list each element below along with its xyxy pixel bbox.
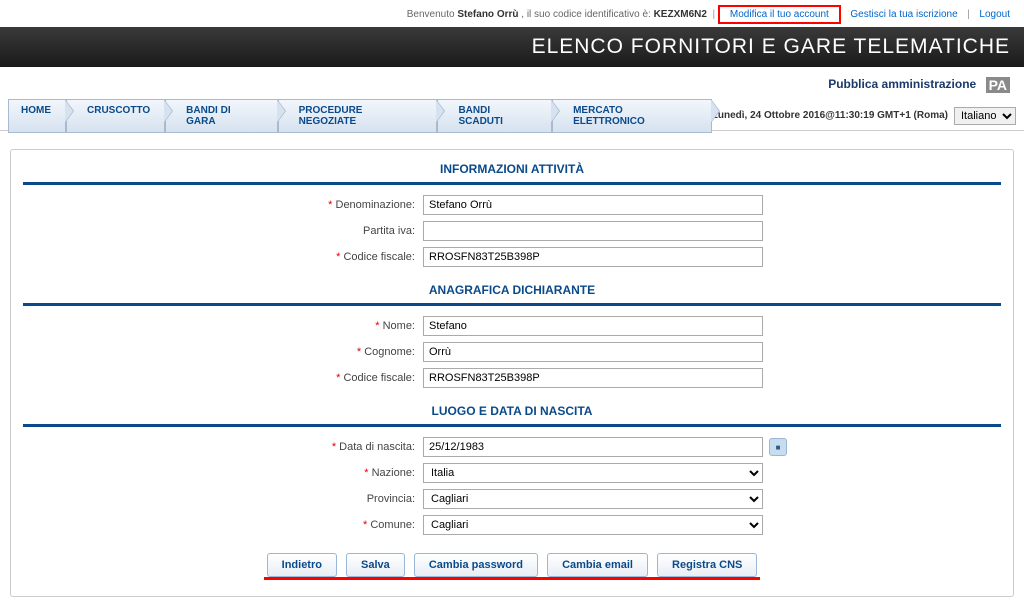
indietro-button[interactable]: Indietro [267, 553, 337, 577]
section-title-info: INFORMAZIONI ATTIVITÀ [23, 152, 1001, 185]
label-data-nascita: Data di nascita: [23, 441, 423, 453]
label-piva: Partita iva: [23, 225, 423, 237]
label-comune: Comune: [23, 519, 423, 531]
section-title-birth: LUOGO E DATA DI NASCITA [23, 394, 1001, 427]
form-container: INFORMAZIONI ATTIVITÀ Denominazione: Par… [10, 149, 1014, 597]
calendar-icon[interactable]: ■ [769, 438, 787, 456]
header-title: ELENCO FORNITORI E GARE TELEMATICHE [532, 35, 1010, 58]
label-nome: Nome: [23, 320, 423, 332]
nav-tab-bandi[interactable]: BANDI DI GARA [165, 99, 277, 133]
registra-cns-button[interactable]: Registra CNS [657, 553, 757, 577]
nav-tab-scaduti[interactable]: BANDI SCADUTI [437, 99, 552, 133]
welcome-username: Stefano Orrù [457, 9, 518, 20]
input-cf2[interactable] [423, 368, 763, 388]
input-cognome[interactable] [423, 342, 763, 362]
code-value: KEZXM6N2 [654, 9, 707, 20]
select-provincia[interactable]: Cagliari [423, 489, 763, 509]
nav-tab-procedure[interactable]: PROCEDURE NEGOZIATE [278, 99, 438, 133]
nav-row: HOME CRUSCOTTO BANDI DI GARA PROCEDURE N… [0, 101, 1024, 131]
logout-link[interactable]: Logout [975, 9, 1014, 20]
separator: | [967, 9, 970, 20]
label-cognome: Cognome: [23, 346, 423, 358]
pa-badge: PA [986, 77, 1010, 93]
row-nazione: Nazione: Italia [23, 463, 1001, 483]
row-comune: Comune: Cagliari [23, 515, 1001, 535]
nav-tab-home[interactable]: HOME [8, 99, 66, 133]
button-group-highlight: Indietro Salva Cambia password Cambia em… [264, 553, 761, 580]
input-nome[interactable] [423, 316, 763, 336]
modify-account-link[interactable]: Modifica il tuo account [726, 9, 833, 20]
input-data-nascita[interactable] [423, 437, 763, 457]
select-nazione[interactable]: Italia [423, 463, 763, 483]
input-piva[interactable] [423, 221, 763, 241]
manage-subscription-link[interactable]: Gestisci la tua iscrizione [846, 9, 961, 20]
language-select[interactable]: Italiano [954, 107, 1016, 125]
nav-tab-cruscotto[interactable]: CRUSCOTTO [66, 99, 165, 133]
modify-account-highlight: Modifica il tuo account [718, 5, 841, 24]
nav-right: Lunedì, 24 Ottobre 2016@11:30:19 GMT+1 (… [712, 107, 1016, 125]
label-provincia: Provincia: [23, 493, 423, 505]
header-title-bar: ELENCO FORNITORI E GARE TELEMATICHE [0, 27, 1024, 67]
nav-tab-mercato[interactable]: MERCATO ELETTRONICO [552, 99, 712, 133]
row-data-nascita: Data di nascita: ■ [23, 437, 1001, 457]
row-cf2: Codice fiscale: [23, 368, 1001, 388]
welcome-prefix: Benvenuto [407, 9, 455, 20]
select-comune[interactable]: Cagliari [423, 515, 763, 535]
label-nazione: Nazione: [23, 467, 423, 479]
cambia-email-button[interactable]: Cambia email [547, 553, 648, 577]
section-title-anag: ANAGRAFICA DICHIARANTE [23, 273, 1001, 306]
row-nome: Nome: [23, 316, 1001, 336]
label-denominazione: Denominazione: [23, 199, 423, 211]
row-piva: Partita iva: [23, 221, 1001, 241]
datetime-label: Lunedì, 24 Ottobre 2016@11:30:19 GMT+1 (… [712, 110, 948, 121]
top-links-bar: Benvenuto Stefano Orrù , il suo codice i… [0, 0, 1024, 27]
label-cf2: Codice fiscale: [23, 372, 423, 384]
code-text: , il suo codice identificativo è: [521, 9, 651, 20]
label-cf1: Codice fiscale: [23, 251, 423, 263]
row-cf1: Codice fiscale: [23, 247, 1001, 267]
input-denominazione[interactable] [423, 195, 763, 215]
row-provincia: Provincia: Cagliari [23, 489, 1001, 509]
sub-header-text: Pubblica amministrazione [828, 77, 976, 91]
row-cognome: Cognome: [23, 342, 1001, 362]
button-row: Indietro Salva Cambia password Cambia em… [23, 553, 1001, 580]
nav-tabs: HOME CRUSCOTTO BANDI DI GARA PROCEDURE N… [8, 99, 712, 133]
cambia-password-button[interactable]: Cambia password [414, 553, 538, 577]
sub-header: Pubblica amministrazione PA [0, 67, 1024, 101]
separator: | [713, 9, 716, 20]
row-denominazione: Denominazione: [23, 195, 1001, 215]
salva-button[interactable]: Salva [346, 553, 405, 577]
input-cf1[interactable] [423, 247, 763, 267]
